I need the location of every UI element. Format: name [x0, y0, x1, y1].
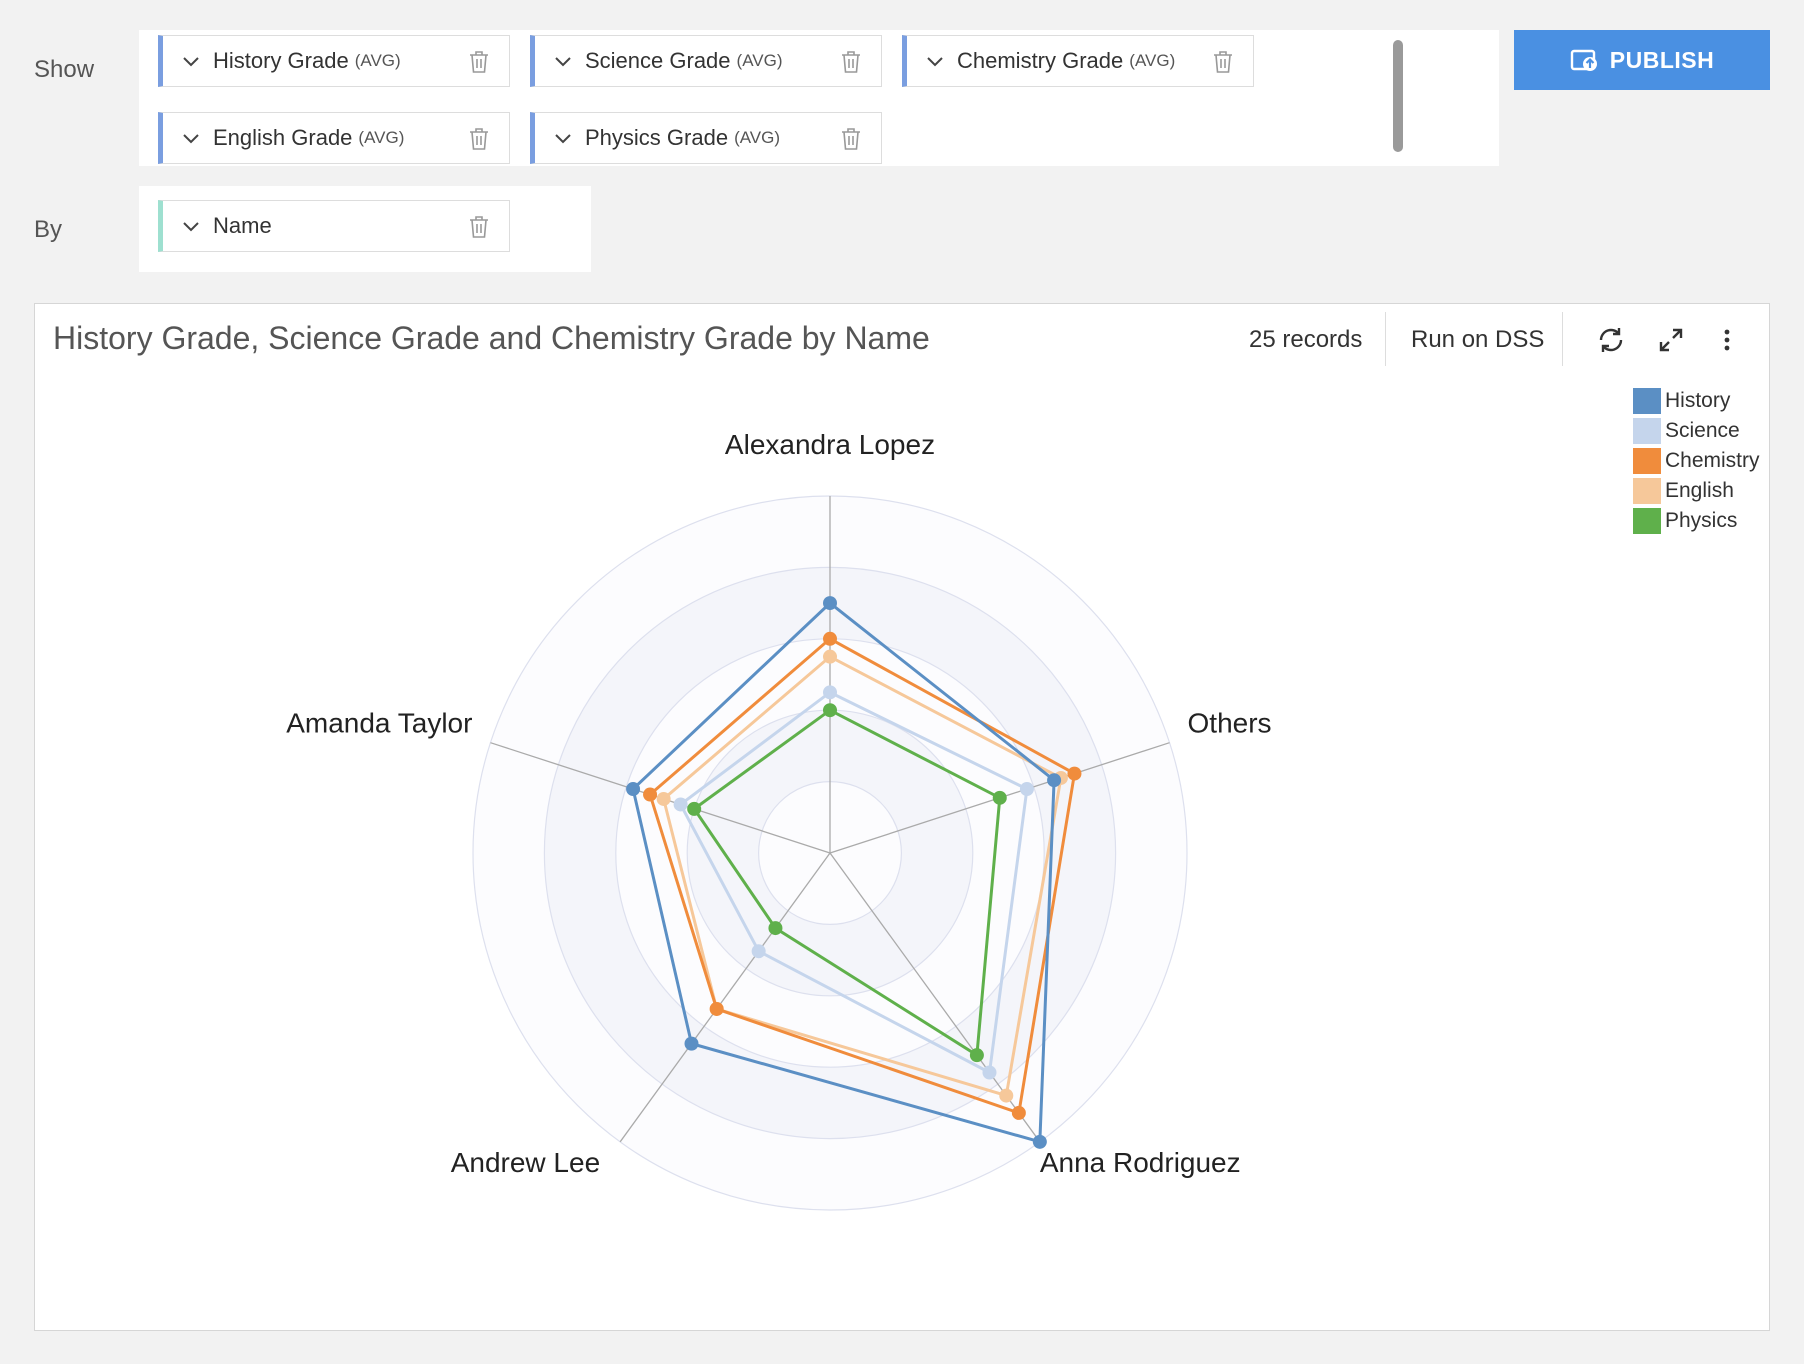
pill-label: Chemistry Grade — [957, 48, 1124, 73]
publish-icon — [1570, 49, 1597, 71]
category-label: Anna Rodriguez — [1040, 1147, 1241, 1178]
data-point — [992, 790, 1007, 805]
show-pill[interactable]: Chemistry Grade (AVG) — [902, 35, 1254, 87]
pill-aggregation: (AVG) — [1129, 51, 1176, 70]
by-pill[interactable]: Name — [158, 200, 510, 252]
data-point — [1032, 1134, 1047, 1149]
pill-label: Name — [213, 213, 272, 238]
trash-icon[interactable] — [467, 214, 491, 240]
data-point — [969, 1048, 984, 1063]
data-point — [982, 1065, 997, 1080]
show-label: Show — [34, 56, 95, 83]
data-point — [1047, 773, 1062, 788]
show-panel-scrollbar[interactable] — [1393, 40, 1403, 152]
chart-card: History Grade, Science Grade and Chemist… — [34, 303, 1770, 1331]
data-point — [823, 685, 837, 700]
data-point — [823, 703, 837, 718]
data-point — [823, 631, 837, 646]
data-point — [1011, 1105, 1026, 1120]
pill-aggregation: (AVG) — [358, 128, 405, 147]
radar-chart: Alexandra Lopez Others Anna Rodriguez Andre… — [286, 429, 1272, 1211]
pill-label: Science Grade — [585, 48, 731, 73]
trash-icon[interactable] — [1211, 49, 1235, 75]
data-point — [687, 801, 702, 816]
data-point — [684, 1036, 699, 1051]
publish-button[interactable]: PUBLISH — [1514, 30, 1770, 90]
category-label: Andrew Lee — [451, 1147, 600, 1178]
trash-icon[interactable] — [839, 49, 863, 75]
data-point — [643, 787, 658, 802]
chevron-down-icon — [555, 134, 571, 144]
data-point — [626, 782, 641, 797]
chevron-down-icon — [183, 57, 199, 67]
trash-icon[interactable] — [839, 126, 863, 152]
trash-icon[interactable] — [467, 126, 491, 152]
chevron-down-icon — [183, 222, 199, 232]
chevron-down-icon — [183, 134, 199, 144]
pill-label: History Grade — [213, 48, 349, 73]
pill-aggregation: (AVG) — [734, 128, 781, 147]
data-point — [768, 921, 783, 936]
pill-aggregation: (AVG) — [354, 51, 401, 70]
category-label: Alexandra Lopez — [725, 429, 935, 460]
data-point — [656, 791, 671, 806]
data-point — [673, 797, 688, 812]
show-pill[interactable]: Science Grade (AVG) — [530, 35, 882, 87]
show-pill[interactable]: English Grade (AVG) — [158, 112, 510, 164]
data-point — [1019, 782, 1034, 797]
data-point — [999, 1088, 1014, 1103]
data-point — [751, 944, 766, 959]
by-label: By — [34, 216, 63, 243]
category-label: Others — [1188, 708, 1272, 739]
pill-label: English Grade — [213, 125, 353, 150]
show-pill[interactable]: History Grade (AVG) — [158, 35, 510, 87]
show-pill[interactable]: Physics Grade (AVG) — [530, 112, 882, 164]
data-point — [823, 649, 837, 664]
pill-label: Physics Grade — [585, 125, 729, 150]
category-label: Amanda Taylor — [286, 708, 472, 739]
publish-label: PUBLISH — [1609, 46, 1715, 73]
data-point — [709, 1001, 724, 1016]
chevron-down-icon — [555, 57, 571, 67]
pill-aggregation: (AVG) — [736, 51, 783, 70]
trash-icon[interactable] — [467, 49, 491, 75]
data-point — [823, 596, 837, 611]
data-point — [1067, 766, 1082, 781]
chevron-down-icon — [927, 57, 943, 67]
